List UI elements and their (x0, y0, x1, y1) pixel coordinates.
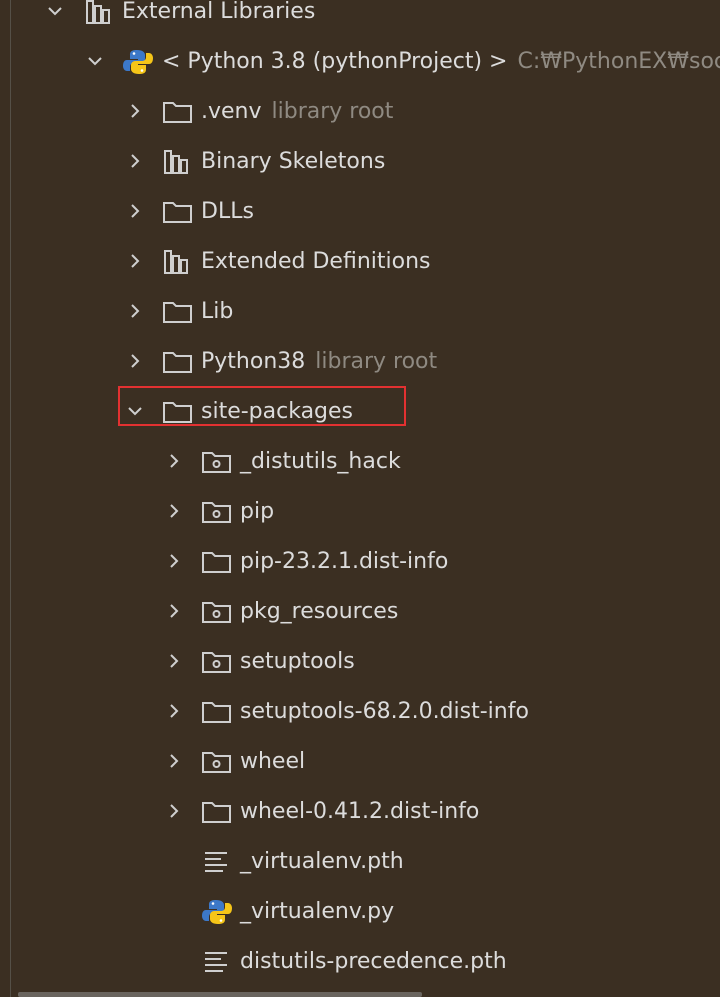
package-folder-icon (202, 652, 231, 673)
tree-node-python38[interactable]: Python38 library root (0, 337, 720, 387)
tree-node-pip[interactable]: pip (0, 487, 720, 537)
folder-icon (163, 402, 192, 423)
chevron-right-icon[interactable] (163, 500, 185, 522)
tree-node-setuptools-dist-info[interactable]: setuptools-68.2.0.dist-info (0, 687, 720, 737)
tree-node-label: External Libraries (122, 0, 316, 24)
tree-node-distutils-hack[interactable]: _distutils_hack (0, 437, 720, 487)
tree-node-label: wheel-0.41.2.dist-info (240, 799, 480, 824)
chevron-right-icon[interactable] (163, 800, 185, 822)
tree-node-lib[interactable]: Lib (0, 287, 720, 337)
folder-icon (163, 102, 192, 123)
chevron-right-icon[interactable] (124, 150, 146, 172)
tree-node-label: .venv library root (201, 97, 393, 127)
tree-node-distutils-precedence[interactable]: distutils-precedence.pth (0, 937, 720, 987)
python-icon (123, 50, 153, 74)
library-icon (164, 250, 188, 274)
library-root-hint: library root (271, 99, 394, 124)
tree-node-label: wheel (240, 749, 306, 774)
tree-node-label: Extended Definitions (201, 249, 431, 274)
tree-node-label: site-packages (201, 399, 354, 424)
tree-node-binary-skeletons[interactable]: Binary Skeletons (0, 137, 720, 187)
chevron-down-icon[interactable] (124, 400, 146, 422)
folder-icon (202, 802, 231, 823)
package-folder-icon (202, 452, 231, 473)
chevron-right-icon[interactable] (163, 550, 185, 572)
tree-node-site-packages[interactable]: site-packages (0, 387, 720, 437)
tree-node-label: _virtualenv.py (240, 899, 395, 924)
folder-icon (163, 202, 192, 223)
chevron-right-icon[interactable] (124, 300, 146, 322)
tree-node-venv[interactable]: .venv library root (0, 87, 720, 137)
tree-node-label: Python38 library root (201, 347, 437, 377)
tree-node-label: _virtualenv.pth (240, 849, 404, 874)
package-folder-icon (202, 502, 231, 523)
library-icon (164, 150, 188, 174)
package-folder-icon (202, 752, 231, 773)
chevron-right-icon[interactable] (124, 250, 146, 272)
folder-icon (163, 302, 192, 323)
tree-node-external-libraries[interactable]: External Libraries (0, 0, 720, 37)
package-folder-icon (202, 602, 231, 623)
library-icon (86, 0, 110, 24)
tree-node-virtualenv-pth[interactable]: _virtualenv.pth (0, 837, 720, 887)
tree-node-pkg-resources[interactable]: pkg_resources (0, 587, 720, 637)
sdk-path: C:₩PythonEX₩soc (517, 49, 720, 74)
chevron-right-icon[interactable] (124, 350, 146, 372)
tree-node-label: setuptools-68.2.0.dist-info (240, 699, 529, 724)
chevron-right-icon[interactable] (124, 200, 146, 222)
chevron-right-icon[interactable] (124, 100, 146, 122)
tree-node-python-sdk[interactable]: < Python 3.8 (pythonProject) > C:₩PythonE… (0, 37, 720, 87)
tree-node-wheel[interactable]: wheel (0, 737, 720, 787)
tree-node-label: setuptools (240, 649, 355, 674)
chevron-right-icon[interactable] (163, 450, 185, 472)
tree-node-label: pkg_resources (240, 599, 399, 624)
folder-icon (202, 552, 231, 573)
chevron-right-icon[interactable] (163, 600, 185, 622)
text-file-icon (205, 852, 227, 872)
chevron-right-icon[interactable] (163, 700, 185, 722)
chevron-down-icon[interactable] (84, 50, 106, 72)
tree-node-extended-definitions[interactable]: Extended Definitions (0, 237, 720, 287)
tree-node-label: Lib (201, 299, 234, 324)
tree-node-label: pip (240, 499, 275, 524)
node-name: Python38 (201, 349, 306, 374)
horizontal-scrollbar[interactable] (18, 992, 422, 997)
node-name: .venv (201, 99, 262, 124)
tree-node-label: pip-23.2.1.dist-info (240, 549, 449, 574)
tree-node-label: < Python 3.8 (pythonProject) > C:₩PythonE… (162, 47, 720, 77)
project-tree: External Libraries < Python 3.8 (pythonP… (0, 0, 720, 997)
chevron-right-icon[interactable] (163, 750, 185, 772)
chevron-right-icon[interactable] (163, 650, 185, 672)
sdk-name: < Python 3.8 (pythonProject) > (162, 49, 508, 74)
tree-node-label: distutils-precedence.pth (240, 949, 507, 974)
tree-node-setuptools[interactable]: setuptools (0, 637, 720, 687)
tree-node-label: DLLs (201, 199, 254, 224)
tree-node-virtualenv-py[interactable]: _virtualenv.py (0, 887, 720, 937)
chevron-down-icon[interactable] (44, 0, 66, 22)
folder-icon (202, 702, 231, 723)
python-file-icon (202, 900, 232, 924)
library-root-hint: library root (315, 349, 438, 374)
tree-node-label: _distutils_hack (240, 449, 401, 474)
tree-node-wheel-dist-info[interactable]: wheel-0.41.2.dist-info (0, 787, 720, 837)
text-file-icon (205, 952, 227, 972)
tree-node-dlls[interactable]: DLLs (0, 187, 720, 237)
tree-node-pip-dist-info[interactable]: pip-23.2.1.dist-info (0, 537, 720, 587)
folder-icon (163, 352, 192, 373)
tree-node-label: Binary Skeletons (201, 149, 386, 174)
